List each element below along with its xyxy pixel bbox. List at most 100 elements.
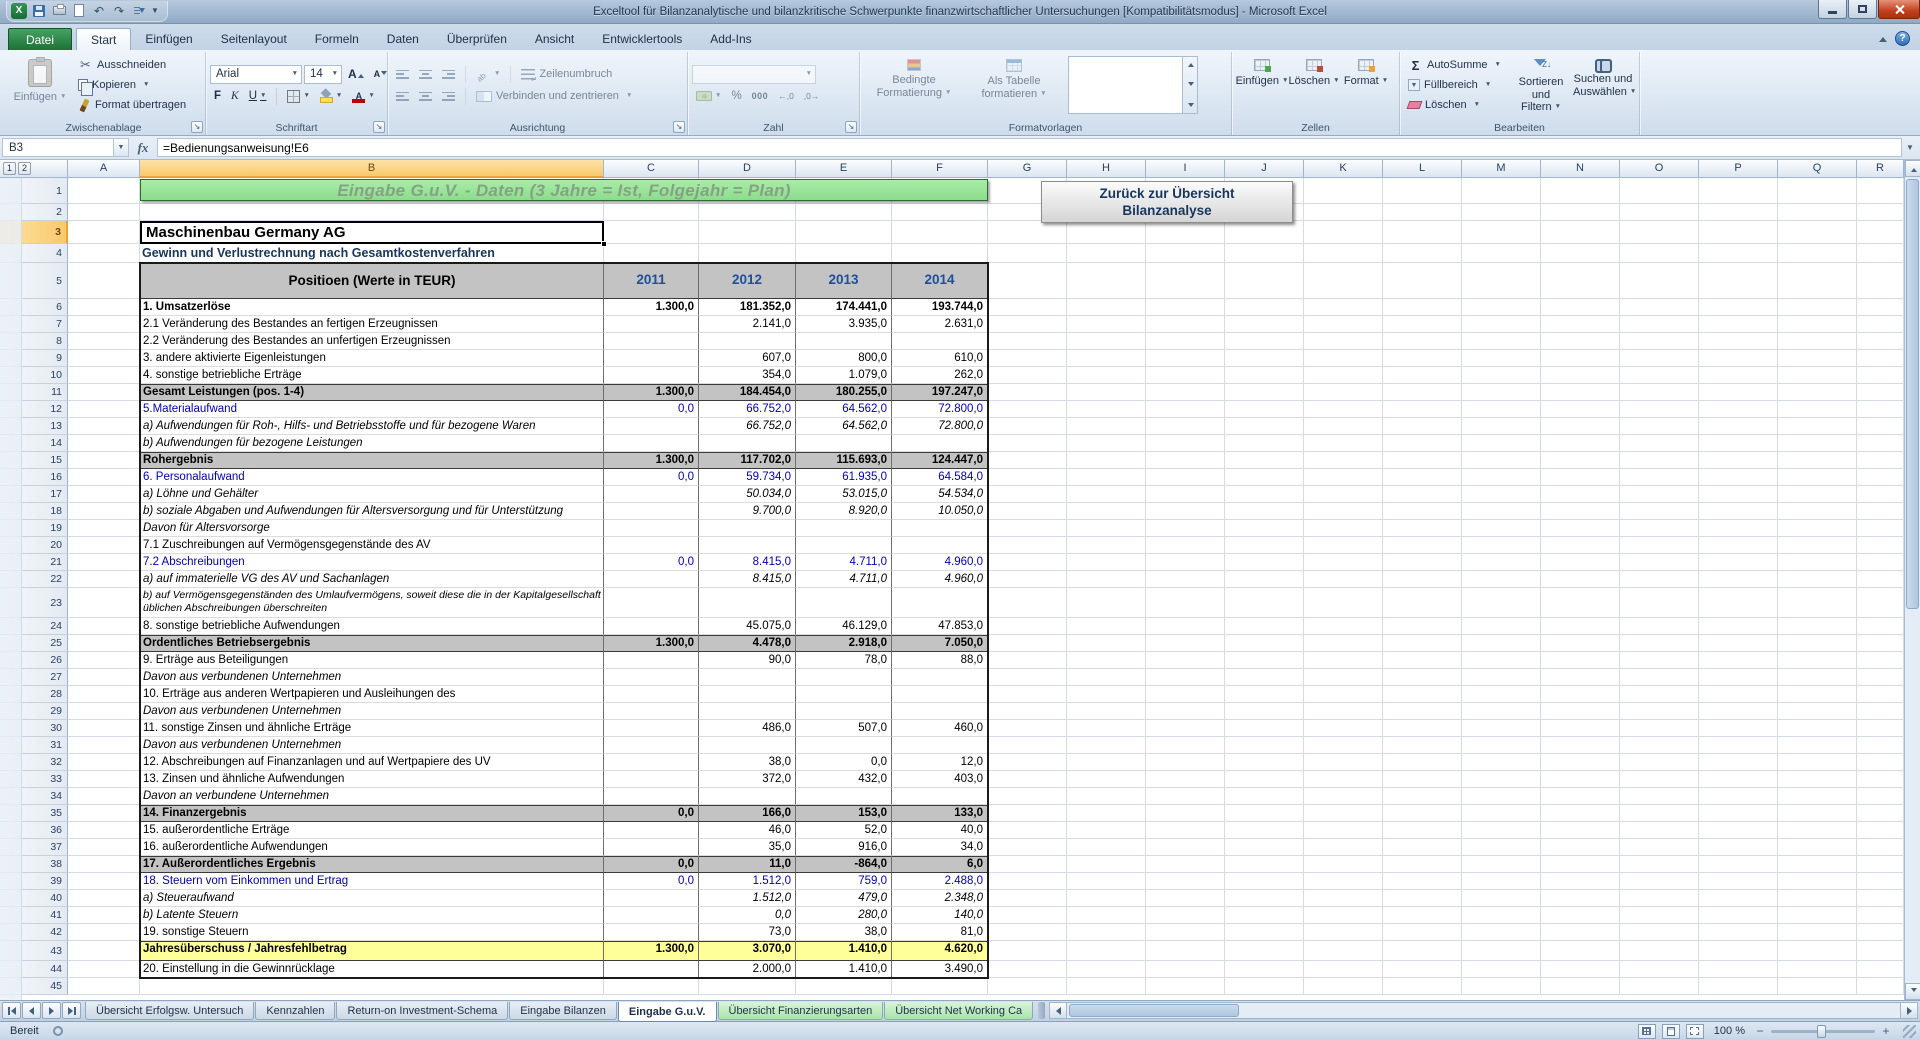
last-sheet-button[interactable] bbox=[62, 1002, 81, 1019]
name-box[interactable]: B3 bbox=[2, 138, 114, 157]
row-header-8[interactable]: 8 bbox=[0, 333, 68, 350]
cell-B39[interactable]: 18. Steuern vom Einkommen und Ertrag bbox=[140, 873, 604, 890]
ribbon-tab-daten[interactable]: Daten bbox=[373, 28, 433, 50]
sort-filter-button[interactable]: Sortieren und Filtern bbox=[1510, 54, 1572, 116]
cell-B12[interactable]: 5.Materialaufwand bbox=[140, 401, 604, 418]
column-header-K[interactable]: K bbox=[1304, 160, 1383, 178]
font-dialog-launcher[interactable] bbox=[373, 121, 385, 133]
bold-button[interactable]: F bbox=[210, 87, 225, 106]
row-header-19[interactable]: 19 bbox=[0, 520, 68, 537]
cell-styles-gallery[interactable] bbox=[1068, 56, 1198, 114]
cell-C16[interactable]: 0,0 bbox=[604, 469, 699, 486]
row-header-45[interactable]: 45 bbox=[0, 978, 68, 995]
cell-F9[interactable]: 610,0 bbox=[892, 350, 988, 367]
row-header-39[interactable]: 39 bbox=[0, 873, 68, 890]
cell-C5[interactable]: 2011 bbox=[604, 263, 699, 299]
column-header-I[interactable]: I bbox=[1146, 160, 1225, 178]
format-as-table-button[interactable]: Als Tabelle formatieren bbox=[964, 54, 1064, 116]
cell-D14[interactable] bbox=[699, 435, 796, 452]
cell-D27[interactable] bbox=[699, 669, 796, 686]
cut-button[interactable]: ✂Ausschneiden bbox=[74, 56, 190, 74]
cell-B27[interactable]: Davon aus verbundenen Unternehmen bbox=[140, 669, 604, 686]
cell-C8[interactable] bbox=[604, 333, 699, 350]
resize-grip[interactable] bbox=[1903, 1025, 1916, 1038]
ribbon-tab-add-ins[interactable]: Add-Ins bbox=[696, 28, 765, 50]
cell-D23[interactable] bbox=[699, 588, 796, 618]
align-left-button[interactable] bbox=[392, 87, 413, 106]
fill-color-button[interactable] bbox=[316, 87, 346, 106]
row-header-28[interactable]: 28 bbox=[0, 686, 68, 703]
row-header-16[interactable]: 16 bbox=[0, 469, 68, 486]
row-header-18[interactable]: 18 bbox=[0, 503, 68, 520]
cell-D30[interactable]: 486,0 bbox=[699, 720, 796, 737]
cell-B17[interactable]: a) Löhne und Gehälter bbox=[140, 486, 604, 503]
row-header-12[interactable]: 12 bbox=[0, 401, 68, 418]
cell-B7[interactable]: 2.1 Veränderung des Bestandes an fertige… bbox=[140, 316, 604, 333]
cell-F26[interactable]: 88,0 bbox=[892, 652, 988, 669]
cell-B30[interactable]: 11. sonstige Zinsen und ähnliche Erträge bbox=[140, 720, 604, 737]
cell-E20[interactable] bbox=[796, 537, 892, 554]
normal-view-button[interactable] bbox=[1638, 1024, 1656, 1039]
cell-D10[interactable]: 354,0 bbox=[699, 367, 796, 384]
row-header-38[interactable]: 38 bbox=[0, 856, 68, 873]
column-header-H[interactable]: H bbox=[1067, 160, 1146, 178]
cell-F7[interactable]: 2.631,0 bbox=[892, 316, 988, 333]
cell-C28[interactable] bbox=[604, 686, 699, 703]
italic-button[interactable]: K bbox=[227, 87, 243, 106]
cell-D44[interactable]: 2.000,0 bbox=[699, 961, 796, 978]
ribbon-tab-datei[interactable]: Datei bbox=[8, 28, 72, 50]
cell-B13[interactable]: a) Aufwendungen für Roh-, Hilfs- und Bet… bbox=[140, 418, 604, 435]
cell-F15[interactable]: 124.447,0 bbox=[892, 452, 988, 469]
cell-D24[interactable]: 45.075,0 bbox=[699, 618, 796, 635]
column-header-J[interactable]: J bbox=[1225, 160, 1304, 178]
cell-F18[interactable]: 10.050,0 bbox=[892, 503, 988, 520]
cell-D34[interactable] bbox=[699, 788, 796, 805]
copy-button[interactable]: Kopieren bbox=[74, 76, 190, 94]
cell-F43[interactable]: 4.620,0 bbox=[892, 941, 988, 961]
cell-C19[interactable] bbox=[604, 520, 699, 537]
clear-button[interactable]: Löschen bbox=[1404, 96, 1510, 114]
cell-B10[interactable]: 4. sonstige betriebliche Erträge bbox=[140, 367, 604, 384]
row-header-41[interactable]: 41 bbox=[0, 907, 68, 924]
cell-F23[interactable] bbox=[892, 588, 988, 618]
cell-E28[interactable] bbox=[796, 686, 892, 703]
horizontal-scroll-thumb[interactable] bbox=[1069, 1004, 1239, 1017]
ribbon-tab-ansicht[interactable]: Ansicht bbox=[521, 28, 588, 50]
cell-E39[interactable]: 759,0 bbox=[796, 873, 892, 890]
cell-E8[interactable] bbox=[796, 333, 892, 350]
conditional-formatting-button[interactable]: Bedingte Formatierung bbox=[864, 54, 964, 116]
cell-F10[interactable]: 262,0 bbox=[892, 367, 988, 384]
cell-E12[interactable]: 64.562,0 bbox=[796, 401, 892, 418]
sheet-tab-return-on-investment-schema[interactable]: Return-on Investment-Schema bbox=[336, 1002, 508, 1020]
minimize-ribbon-icon[interactable] bbox=[1879, 33, 1887, 42]
next-sheet-button[interactable] bbox=[42, 1002, 61, 1019]
cell-B28[interactable]: 10. Erträge aus anderen Wertpapieren und… bbox=[140, 686, 604, 703]
cell-F25[interactable]: 7.050,0 bbox=[892, 635, 988, 652]
cell-D15[interactable]: 117.702,0 bbox=[699, 452, 796, 469]
cell-D19[interactable] bbox=[699, 520, 796, 537]
cell-B37[interactable]: 16. außerordentliche Aufwendungen bbox=[140, 839, 604, 856]
cell-F39[interactable]: 2.488,0 bbox=[892, 873, 988, 890]
cell-D36[interactable]: 46,0 bbox=[699, 822, 796, 839]
cell-C36[interactable] bbox=[604, 822, 699, 839]
row-header-20[interactable]: 20 bbox=[0, 537, 68, 554]
cell-C12[interactable]: 0,0 bbox=[604, 401, 699, 418]
cell-C44[interactable] bbox=[604, 961, 699, 978]
cell-B19[interactable]: Davon für Altersvorsorge bbox=[140, 520, 604, 537]
cell-C40[interactable] bbox=[604, 890, 699, 907]
row-header-40[interactable]: 40 bbox=[0, 890, 68, 907]
row-header-44[interactable]: 44 bbox=[0, 961, 68, 978]
cell-C35[interactable]: 0,0 bbox=[604, 805, 699, 822]
cell-F35[interactable]: 133,0 bbox=[892, 805, 988, 822]
sheet-tab-kennzahlen[interactable]: Kennzahlen bbox=[255, 1002, 335, 1020]
sheet-tab-übersicht-erfolgsw-untersuch[interactable]: Übersicht Erfolgsw. Untersuch bbox=[85, 1002, 254, 1020]
cell-B5[interactable]: Positioen (Werte in TEUR) bbox=[140, 263, 604, 299]
sheet-tab-übersicht-finanzierungsarten[interactable]: Übersicht Finanzierungsarten bbox=[718, 1002, 884, 1020]
sort-button[interactable] bbox=[131, 3, 147, 19]
back-to-overview-button[interactable]: Zurück zur ÜbersichtBilanzanalyse bbox=[1041, 181, 1293, 223]
cell-F8[interactable] bbox=[892, 333, 988, 350]
sheet-tab-übersicht-net-working-ca[interactable]: Übersicht Net Working Ca bbox=[884, 1002, 1033, 1020]
currency-format-button[interactable] bbox=[692, 87, 725, 106]
ribbon-tab-start[interactable]: Start bbox=[76, 28, 131, 50]
cell-C14[interactable] bbox=[604, 435, 699, 452]
